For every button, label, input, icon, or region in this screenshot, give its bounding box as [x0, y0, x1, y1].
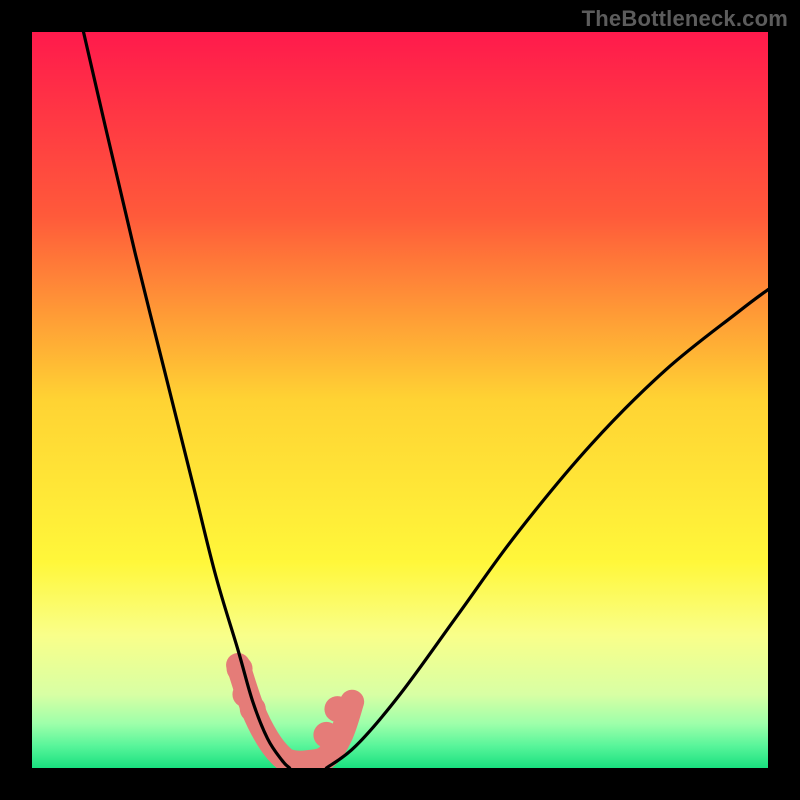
chart-frame: TheBottleneck.com	[0, 0, 800, 800]
plot-area	[32, 32, 768, 768]
watermark-text: TheBottleneck.com	[582, 6, 788, 32]
valley-marker	[324, 696, 350, 722]
gradient-bg	[32, 32, 768, 768]
chart-svg	[32, 32, 768, 768]
valley-marker	[313, 722, 339, 748]
